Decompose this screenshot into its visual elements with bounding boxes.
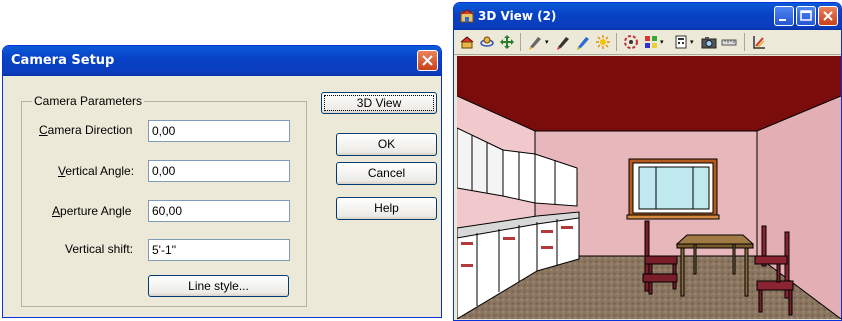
dropdown-arrow-icon: ▾ [690, 38, 694, 46]
dropdown-arrow-icon: ▾ [660, 38, 664, 46]
toolbar-separator [744, 33, 745, 51]
vertical-shift-label: Vertical shift: [65, 242, 134, 256]
close-icon [823, 11, 833, 21]
toolbar-separator [520, 33, 521, 51]
sun-icon[interactable] [594, 33, 612, 51]
dropdown-arrow-icon: ▾ [545, 38, 549, 46]
close-icon [422, 55, 433, 66]
paint-brush-icon[interactable] [554, 33, 572, 51]
walls-icon[interactable] [622, 33, 640, 51]
aperture-angle-label: Aperture Angle [52, 204, 132, 218]
aperture-angle-field[interactable]: 60,00 [148, 200, 290, 222]
view-toolbar: ▾ ▾ ▾ [454, 30, 841, 55]
window-close-button[interactable] [818, 6, 838, 26]
toolbar-separator [616, 33, 617, 51]
3d-view-button[interactable]: 3D View [321, 92, 437, 114]
maximize-button[interactable] [796, 6, 816, 26]
dialog-close-button[interactable] [417, 50, 438, 71]
window-title-bar[interactable]: 3D View (2) [454, 3, 841, 30]
vertical-shift-field[interactable]: 5'-1'' [148, 239, 290, 261]
line-style-button[interactable]: Line style... [148, 275, 289, 297]
render-icon[interactable] [458, 33, 476, 51]
cancel-button[interactable]: Cancel [336, 162, 437, 185]
vertical-angle-field[interactable]: 0,00 [148, 160, 290, 182]
camera-setup-dialog: Camera Setup Camera Parameters Camera Di… [2, 45, 442, 318]
ok-button[interactable]: OK [336, 133, 437, 156]
app-icon [460, 9, 474, 23]
window [626, 158, 720, 220]
window-title: 3D View (2) [478, 9, 557, 23]
help-button[interactable]: Help [336, 197, 437, 220]
ruler-icon[interactable] [720, 33, 738, 51]
maximize-icon [800, 10, 812, 21]
3d-scene-viewport[interactable] [457, 56, 841, 319]
3d-view-window: 3D View (2) ▾ ▾ ▾ [453, 2, 842, 321]
camera-icon[interactable] [700, 33, 718, 51]
paint-icon[interactable] [574, 33, 592, 51]
vertical-angle-label: Vertical Angle: [58, 164, 135, 178]
minimize-button[interactable] [774, 6, 794, 26]
light-brush-icon[interactable] [526, 33, 544, 51]
orbit-icon[interactable] [478, 33, 496, 51]
group-label: Camera Parameters [32, 94, 145, 108]
dialog-title-bar[interactable]: Camera Setup [3, 46, 441, 76]
dialog-title: Camera Setup [11, 53, 115, 68]
minimize-icon [779, 19, 786, 21]
camera-direction-field[interactable]: 0,00 [148, 120, 290, 142]
calculator-icon[interactable] [672, 33, 690, 51]
pan-icon[interactable] [498, 33, 516, 51]
materials-icon[interactable] [642, 33, 660, 51]
level-icon[interactable] [750, 33, 768, 51]
camera-direction-label: Camera Direction [39, 123, 133, 137]
